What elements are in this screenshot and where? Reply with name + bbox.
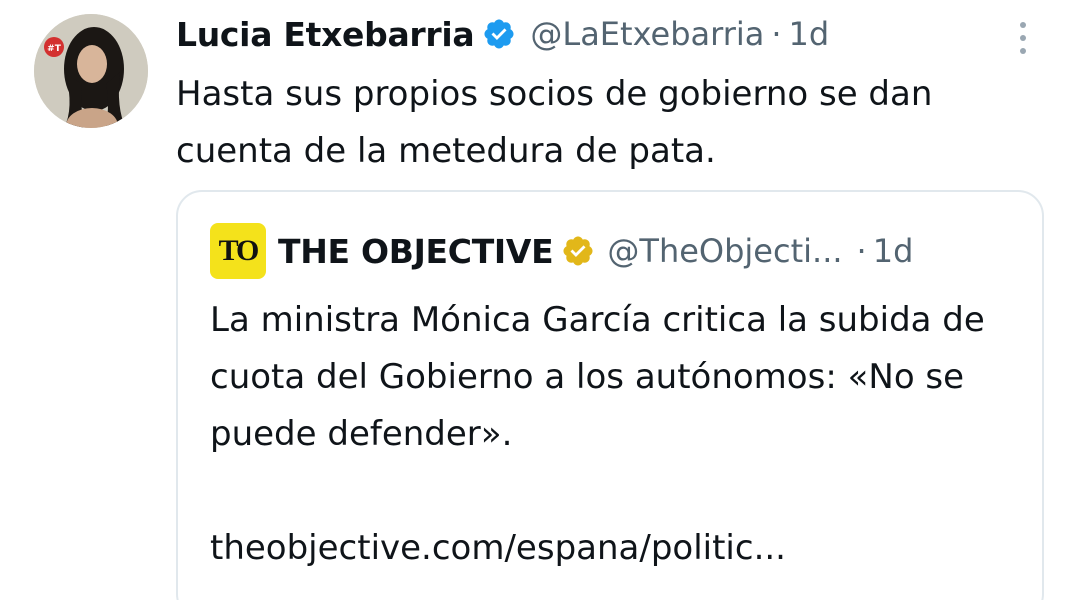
quoted-tweet-card[interactable]: TO THE OBJECTIVE @TheObjecti... · 1d La … (176, 190, 1044, 600)
verified-organization-badge-icon[interactable] (561, 234, 595, 268)
more-vertical-icon[interactable] (1014, 20, 1032, 56)
quoted-author-logo[interactable]: TO (210, 223, 266, 279)
tweet[interactable]: #T Lucia Etxebarria @LaEtxebarria · 1d H… (0, 0, 1070, 600)
quoted-tweet-header: TO THE OBJECTIVE @TheObjecti... · 1d (210, 223, 914, 279)
author-display-name[interactable]: Lucia Etxebarria (176, 15, 475, 54)
tweet-timestamp[interactable]: 1d (789, 15, 830, 53)
avatar-badge: #T (47, 44, 62, 54)
header-separator: · (771, 15, 782, 53)
quoted-tweet-timestamp[interactable]: 1d (873, 232, 914, 270)
author-handle[interactable]: @LaEtxebarria (530, 15, 764, 53)
tweet-header: Lucia Etxebarria @LaEtxebarria · 1d (176, 14, 829, 54)
tweet-text: Hasta sus propios socios de gobierno se … (176, 74, 933, 171)
verified-badge-icon[interactable] (482, 17, 516, 51)
quoted-author-handle[interactable]: @TheObjecti... (607, 232, 842, 270)
quoted-header-separator: · (856, 232, 867, 270)
quoted-tweet-text: La ministra Mónica García critica la sub… (210, 300, 985, 454)
author-avatar[interactable]: #T (34, 14, 148, 128)
avatar-image: #T (34, 14, 148, 128)
quoted-tweet-link[interactable]: theobjective.com/espana/politic... (210, 520, 786, 577)
quoted-author-display-name[interactable]: THE OBJECTIVE (278, 232, 554, 271)
